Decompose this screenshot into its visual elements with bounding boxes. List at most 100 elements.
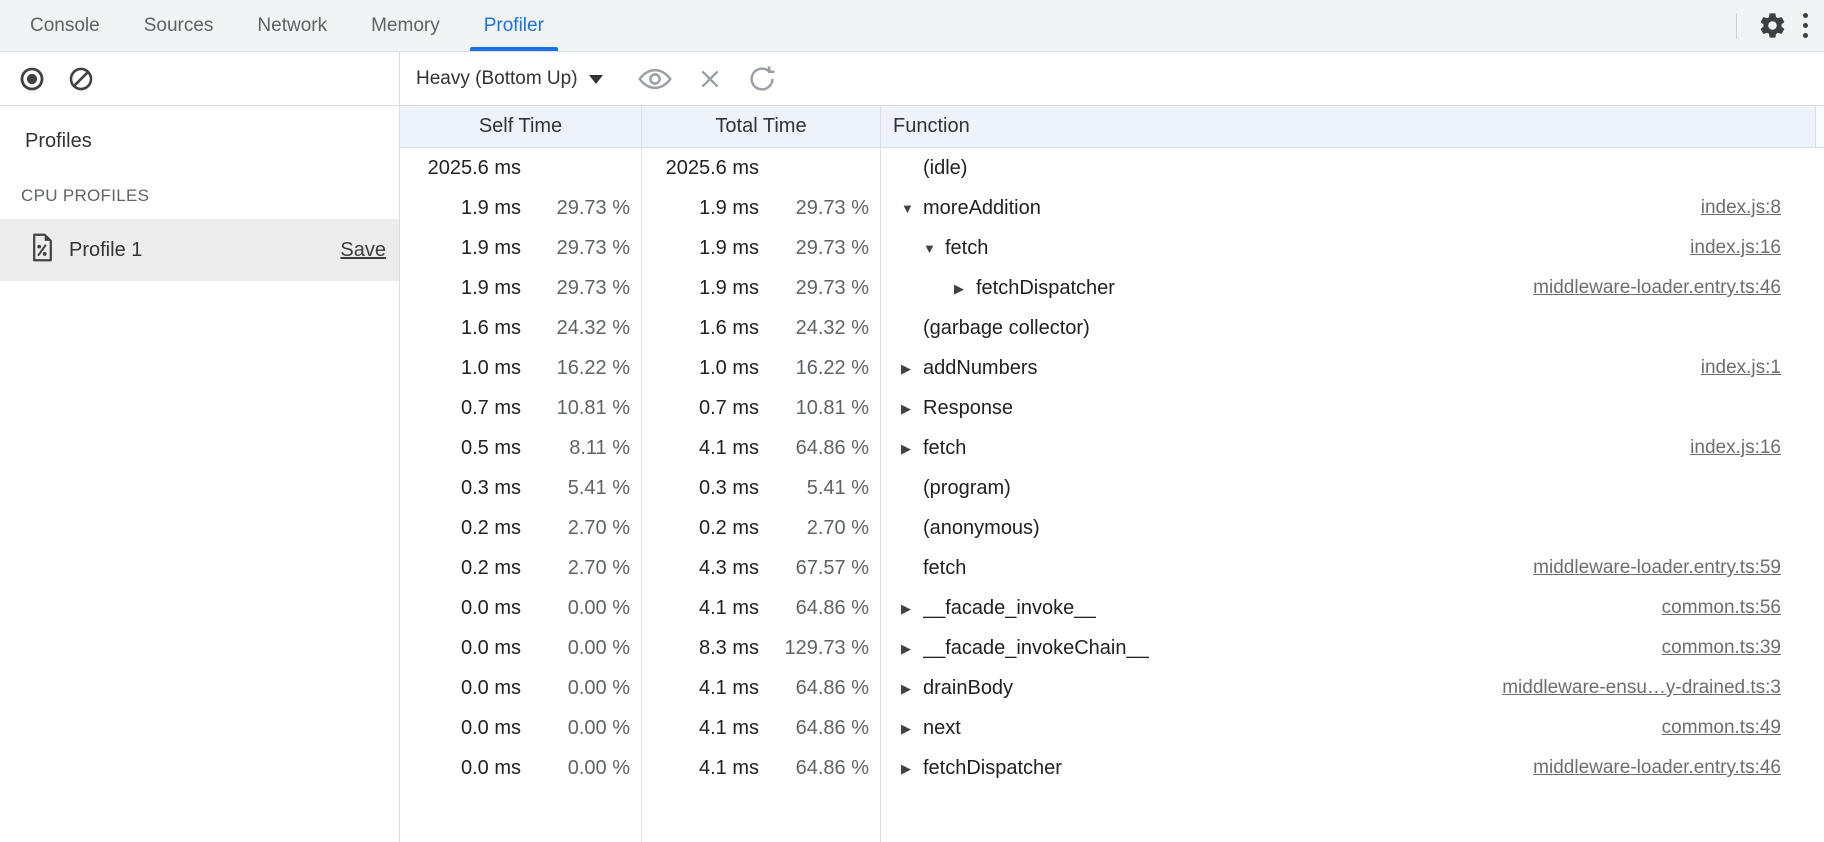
time-ms-value: 1.9 ms [642,237,759,260]
expand-arrow-icon[interactable]: ▶ [901,602,923,615]
expand-arrow-icon[interactable]: ▶ [901,762,923,775]
expand-arrow-icon[interactable]: ▶ [901,442,923,455]
function-row[interactable]: ▶__facade_invokeChain__common.ts:39 [881,628,1815,668]
time-cell[interactable]: 4.1 ms64.86 % [642,428,880,468]
time-cell[interactable]: 0.0 ms0.00 % [400,628,641,668]
time-ms-value: 0.0 ms [400,717,521,740]
source-link[interactable]: common.ts:56 [1642,597,1781,619]
time-percent-value: 24.32 % [759,317,880,340]
function-row[interactable]: ▶fetchDispatchermiddleware-loader.entry.… [881,268,1815,308]
tab-memory[interactable]: Memory [349,0,462,51]
tab-console-label: Console [30,15,100,37]
devtools-window: Console Sources Network Memory Profiler … [0,0,1824,842]
view-mode-dropdown[interactable]: Heavy (Bottom Up) [416,68,603,90]
time-cell[interactable]: 1.9 ms29.73 % [400,188,641,228]
time-cell[interactable]: 1.9 ms29.73 % [642,268,880,308]
profiles-heading: Profiles [25,130,399,153]
time-cell[interactable]: 1.9 ms29.73 % [400,228,641,268]
time-cell[interactable]: 4.3 ms67.57 % [642,548,880,588]
function-header[interactable]: Function [881,106,1815,148]
source-link[interactable]: common.ts:49 [1642,717,1781,739]
source-link[interactable]: index.js:16 [1670,237,1781,259]
time-cell[interactable]: 2025.6 ms [642,148,880,188]
function-row[interactable]: (program) [881,468,1815,508]
time-percent-value: 8.11 % [521,437,641,460]
time-cell[interactable]: 1.9 ms29.73 % [400,268,641,308]
function-row[interactable]: ▼fetchindex.js:16 [881,228,1815,268]
function-row[interactable]: ▶drainBodymiddleware-ensu…y-drained.ts:3 [881,668,1815,708]
time-cell[interactable]: 4.1 ms64.86 % [642,708,880,748]
time-cell[interactable]: 0.5 ms8.11 % [400,428,641,468]
time-cell[interactable]: 1.0 ms16.22 % [400,348,641,388]
time-cell[interactable]: 1.6 ms24.32 % [642,308,880,348]
expand-arrow-icon[interactable]: ▶ [901,362,923,375]
source-link[interactable]: common.ts:39 [1642,637,1781,659]
time-cell[interactable]: 4.1 ms64.86 % [642,588,880,628]
save-profile-link[interactable]: Save [340,239,386,262]
expand-arrow-icon[interactable]: ▶ [954,282,976,295]
collapse-arrow-icon[interactable]: ▼ [901,202,923,215]
focus-visibility-icon[interactable] [637,65,673,93]
time-cell[interactable]: 1.0 ms16.22 % [642,348,880,388]
time-cell[interactable]: 0.0 ms0.00 % [400,748,641,788]
function-row[interactable]: ▶Response [881,388,1815,428]
time-cell[interactable]: 0.0 ms0.00 % [400,668,641,708]
tab-profiler[interactable]: Profiler [462,0,566,51]
source-link[interactable]: index.js:8 [1681,197,1781,219]
record-icon[interactable] [18,65,46,93]
time-cell[interactable]: 0.7 ms10.81 % [642,388,880,428]
time-cell[interactable]: 0.2 ms2.70 % [400,508,641,548]
profile-list-item[interactable]: Profile 1 Save [0,219,399,281]
source-link[interactable]: middleware-loader.entry.ts:46 [1513,757,1781,779]
tab-sources-label: Sources [144,15,214,37]
settings-gear-icon[interactable] [1755,9,1789,43]
total-time-header[interactable]: Total Time [642,106,880,148]
tab-console[interactable]: Console [8,0,122,51]
refresh-icon[interactable] [747,64,777,94]
time-cell[interactable]: 0.2 ms2.70 % [400,548,641,588]
time-cell[interactable]: 1.9 ms29.73 % [642,188,880,228]
time-cell[interactable]: 1.9 ms29.73 % [642,228,880,268]
time-cell[interactable]: 4.1 ms64.86 % [642,668,880,708]
close-icon[interactable] [697,66,723,92]
time-cell[interactable]: 0.7 ms10.81 % [400,388,641,428]
more-menu-icon[interactable] [1803,13,1808,38]
function-row[interactable]: (garbage collector) [881,308,1815,348]
function-row[interactable]: (idle) [881,148,1815,188]
source-link[interactable]: index.js:1 [1681,357,1781,379]
time-cell[interactable]: 0.2 ms2.70 % [642,508,880,548]
time-cell[interactable]: 0.3 ms5.41 % [642,468,880,508]
function-row[interactable]: ▶fetchDispatchermiddleware-loader.entry.… [881,748,1815,788]
time-ms-value: 0.3 ms [642,477,759,500]
source-link[interactable]: middleware-loader.entry.ts:59 [1513,557,1781,579]
time-cell[interactable]: 0.0 ms0.00 % [400,708,641,748]
expand-arrow-icon[interactable]: ▶ [901,682,923,695]
source-link[interactable]: index.js:16 [1670,437,1781,459]
time-cell[interactable]: 0.0 ms0.00 % [400,588,641,628]
time-percent-value: 10.81 % [759,397,880,420]
tab-network[interactable]: Network [235,0,349,51]
function-row[interactable]: ▶addNumbersindex.js:1 [881,348,1815,388]
source-link[interactable]: middleware-ensu…y-drained.ts:3 [1482,677,1781,699]
tab-sources[interactable]: Sources [122,0,236,51]
function-row[interactable]: (anonymous) [881,508,1815,548]
expand-arrow-icon[interactable]: ▶ [901,722,923,735]
expand-arrow-icon[interactable]: ▶ [901,402,923,415]
function-row[interactable]: fetchmiddleware-loader.entry.ts:59 [881,548,1815,588]
source-link[interactable]: middleware-loader.entry.ts:46 [1513,277,1781,299]
function-row[interactable]: ▼moreAdditionindex.js:8 [881,188,1815,228]
time-cell[interactable]: 1.6 ms24.32 % [400,308,641,348]
self-time-header[interactable]: Self Time [400,106,641,148]
collapse-arrow-icon[interactable]: ▼ [923,242,945,255]
expand-arrow-icon[interactable]: ▶ [901,642,923,655]
function-row[interactable]: ▶__facade_invoke__common.ts:56 [881,588,1815,628]
profiler-toolbar-main: Heavy (Bottom Up) [400,52,1824,105]
time-cell[interactable]: 2025.6 ms [400,148,641,188]
time-cell[interactable]: 4.1 ms64.86 % [642,748,880,788]
time-cell[interactable]: 8.3 ms129.73 % [642,628,880,668]
time-cell[interactable]: 0.3 ms5.41 % [400,468,641,508]
cpu-profiles-section-label: CPU PROFILES [21,186,399,206]
function-row[interactable]: ▶nextcommon.ts:49 [881,708,1815,748]
clear-icon[interactable] [67,65,95,93]
function-row[interactable]: ▶fetchindex.js:16 [881,428,1815,468]
